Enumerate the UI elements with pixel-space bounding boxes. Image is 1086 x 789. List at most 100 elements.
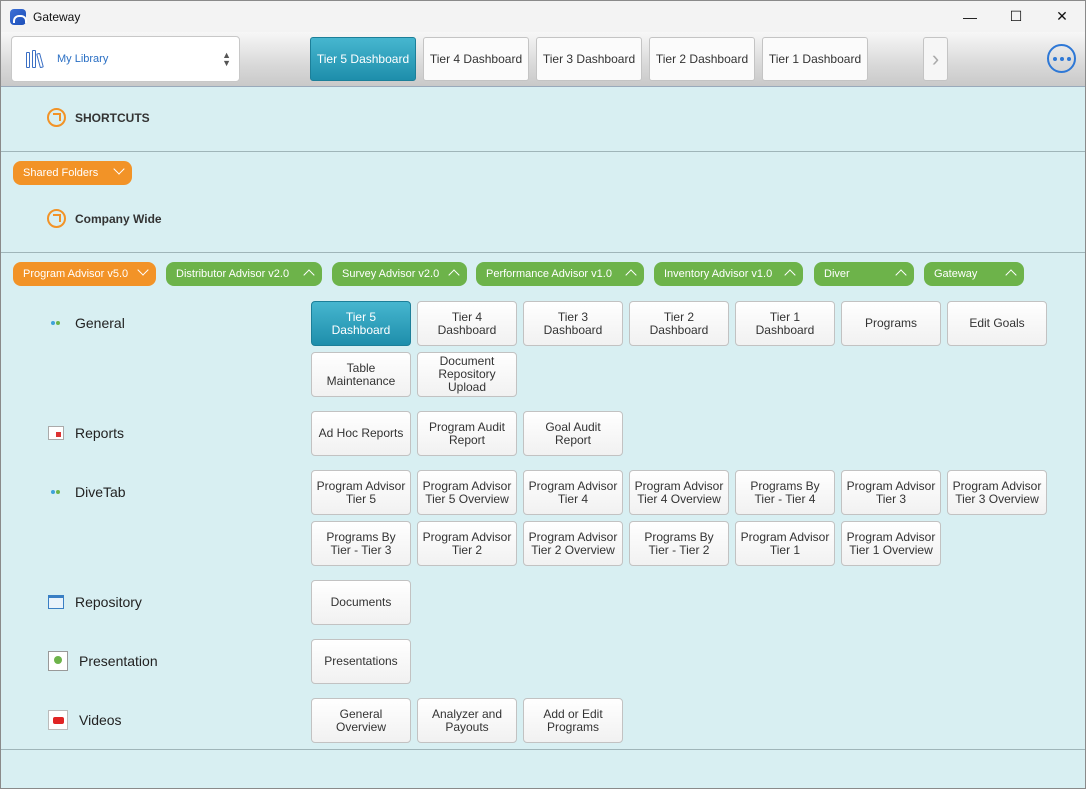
category-repository: Repository xyxy=(48,594,142,610)
divetab-button[interactable]: Program Advisor Tier 1 xyxy=(735,521,835,566)
product-tab-performance-advisor[interactable]: Performance Advisor v1.0 xyxy=(476,262,644,286)
shortcuts-header[interactable]: SHORTCUTS xyxy=(47,108,150,127)
divetab-button[interactable]: Program Advisor Tier 4 xyxy=(523,470,623,515)
divetab-button[interactable]: Program Advisor Tier 2 Overview xyxy=(523,521,623,566)
chevron-up-icon xyxy=(895,269,907,281)
general-dots-icon xyxy=(48,316,64,330)
category-label: General xyxy=(75,315,125,331)
toolbar: My Library ▲ ▼ Tier 5 Dashboard Tier 4 Da… xyxy=(1,32,1085,87)
category-label: Videos xyxy=(79,712,122,728)
chevron-up-icon xyxy=(625,269,637,281)
gateway-logo-icon xyxy=(10,8,27,25)
maximize-button[interactable]: ☐ xyxy=(993,1,1039,32)
tab-tier-2-dashboard[interactable]: Tier 2 Dashboard xyxy=(649,37,755,81)
reports-goal-audit-button[interactable]: Goal Audit Report xyxy=(523,411,623,456)
window-controls: — ☐ ✕ xyxy=(947,1,1085,32)
videos-general-overview-button[interactable]: General Overview xyxy=(311,698,411,743)
divetab-button[interactable]: Program Advisor Tier 5 Overview xyxy=(417,470,517,515)
shared-folders-pill[interactable]: Shared Folders xyxy=(13,161,132,185)
reports-ad-hoc-button[interactable]: Ad Hoc Reports xyxy=(311,411,411,456)
divetab-button[interactable]: Program Advisor Tier 2 xyxy=(417,521,517,566)
shortcuts-title: SHORTCUTS xyxy=(75,110,150,125)
general-edit-goals-button[interactable]: Edit Goals xyxy=(947,301,1047,346)
product-tab-gateway[interactable]: Gateway xyxy=(924,262,1024,286)
company-wide-title: Company Wide xyxy=(75,211,162,226)
shared-folders-label: Shared Folders xyxy=(23,167,99,179)
category-reports: Reports xyxy=(48,425,124,441)
tab-tier-4-dashboard[interactable]: Tier 4 Dashboard xyxy=(423,37,529,81)
presentation-icon xyxy=(48,651,68,671)
divider xyxy=(1,749,1085,750)
general-document-upload-button[interactable]: Document Repository Upload xyxy=(417,352,517,397)
library-label: My Library xyxy=(57,53,109,65)
category-general: General xyxy=(48,315,125,331)
product-tab-label: Diver xyxy=(824,268,850,280)
category-label: Presentation xyxy=(79,653,158,669)
app-window: Gateway — ☐ ✕ My Library ▲ ▼ Tier 5 Dashb… xyxy=(0,0,1086,789)
tab-tier-1-dashboard[interactable]: Tier 1 Dashboard xyxy=(762,37,868,81)
chevron-right-icon: › xyxy=(931,46,940,71)
product-tab-survey-advisor[interactable]: Survey Advisor v2.0 xyxy=(332,262,467,286)
shortcut-arrow-icon xyxy=(47,209,66,228)
product-tab-label: Survey Advisor v2.0 xyxy=(342,268,440,280)
general-tier-3-dashboard-button[interactable]: Tier 3 Dashboard xyxy=(523,301,623,346)
video-play-icon xyxy=(48,710,68,730)
category-label: Reports xyxy=(75,425,125,441)
library-select[interactable]: My Library ▲ ▼ xyxy=(11,36,240,82)
updown-chevron-icon: ▲ ▼ xyxy=(222,50,231,68)
product-tab-distributor-advisor[interactable]: Distributor Advisor v2.0 xyxy=(166,262,322,286)
library-books-icon xyxy=(26,50,48,69)
product-tab-label: Inventory Advisor v1.0 xyxy=(664,268,773,280)
general-tier-1-dashboard-button[interactable]: Tier 1 Dashboard xyxy=(735,301,835,346)
chevron-up-icon xyxy=(303,269,315,281)
divetab-dots-icon xyxy=(48,485,64,499)
general-tier-5-dashboard-button[interactable]: Tier 5 Dashboard xyxy=(311,301,411,346)
general-programs-button[interactable]: Programs xyxy=(841,301,941,346)
category-label: Repository xyxy=(75,594,142,610)
report-icon xyxy=(48,426,64,440)
tab-tier-3-dashboard[interactable]: Tier 3 Dashboard xyxy=(536,37,642,81)
tab-tier-5-dashboard[interactable]: Tier 5 Dashboard xyxy=(310,37,416,81)
divetab-button[interactable]: Programs By Tier - Tier 2 xyxy=(629,521,729,566)
chevron-down-icon xyxy=(137,264,149,276)
category-divetab: DiveTab xyxy=(48,484,126,500)
window-title: Gateway xyxy=(33,9,81,24)
tabs-next-button[interactable]: › xyxy=(923,37,948,81)
chevron-up-icon xyxy=(1005,269,1017,281)
chevron-up-icon xyxy=(448,269,460,281)
chevron-up-icon xyxy=(784,269,796,281)
minimize-button[interactable]: — xyxy=(947,1,993,32)
product-tab-label: Program Advisor v5.0 xyxy=(23,268,129,280)
folder-icon xyxy=(48,595,64,609)
divetab-button[interactable]: Program Advisor Tier 1 Overview xyxy=(841,521,941,566)
videos-add-edit-programs-button[interactable]: Add or Edit Programs xyxy=(523,698,623,743)
general-table-maintenance-button[interactable]: Table Maintenance xyxy=(311,352,411,397)
category-label: DiveTab xyxy=(75,484,126,500)
product-tab-program-advisor[interactable]: Program Advisor v5.0 xyxy=(13,262,156,286)
shortcut-arrow-icon xyxy=(47,108,66,127)
product-tab-label: Performance Advisor v1.0 xyxy=(486,268,612,280)
divetab-button[interactable]: Program Advisor Tier 5 xyxy=(311,470,411,515)
videos-analyzer-payouts-button[interactable]: Analyzer and Payouts xyxy=(417,698,517,743)
dashboard-tabs: Tier 5 Dashboard Tier 4 Dashboard Tier 3… xyxy=(310,37,868,81)
divetab-button[interactable]: Program Advisor Tier 3 Overview xyxy=(947,470,1047,515)
general-tier-4-dashboard-button[interactable]: Tier 4 Dashboard xyxy=(417,301,517,346)
more-options-icon[interactable] xyxy=(1047,44,1076,73)
repository-documents-button[interactable]: Documents xyxy=(311,580,411,625)
product-tab-inventory-advisor[interactable]: Inventory Advisor v1.0 xyxy=(654,262,803,286)
divetab-button[interactable]: Program Advisor Tier 3 xyxy=(841,470,941,515)
reports-program-audit-button[interactable]: Program Audit Report xyxy=(417,411,517,456)
divetab-button[interactable]: Programs By Tier - Tier 3 xyxy=(311,521,411,566)
product-tab-diver[interactable]: Diver xyxy=(814,262,914,286)
divetab-button[interactable]: Program Advisor Tier 4 Overview xyxy=(629,470,729,515)
presentation-presentations-button[interactable]: Presentations xyxy=(311,639,411,684)
company-wide-header[interactable]: Company Wide xyxy=(47,209,162,228)
divider xyxy=(1,252,1085,253)
divetab-button[interactable]: Programs By Tier - Tier 4 xyxy=(735,470,835,515)
close-button[interactable]: ✕ xyxy=(1039,1,1085,32)
general-tier-2-dashboard-button[interactable]: Tier 2 Dashboard xyxy=(629,301,729,346)
category-presentation: Presentation xyxy=(48,651,158,671)
category-videos: Videos xyxy=(48,710,122,730)
title-bar: Gateway — ☐ ✕ xyxy=(1,1,1085,32)
product-tab-label: Gateway xyxy=(934,268,978,280)
